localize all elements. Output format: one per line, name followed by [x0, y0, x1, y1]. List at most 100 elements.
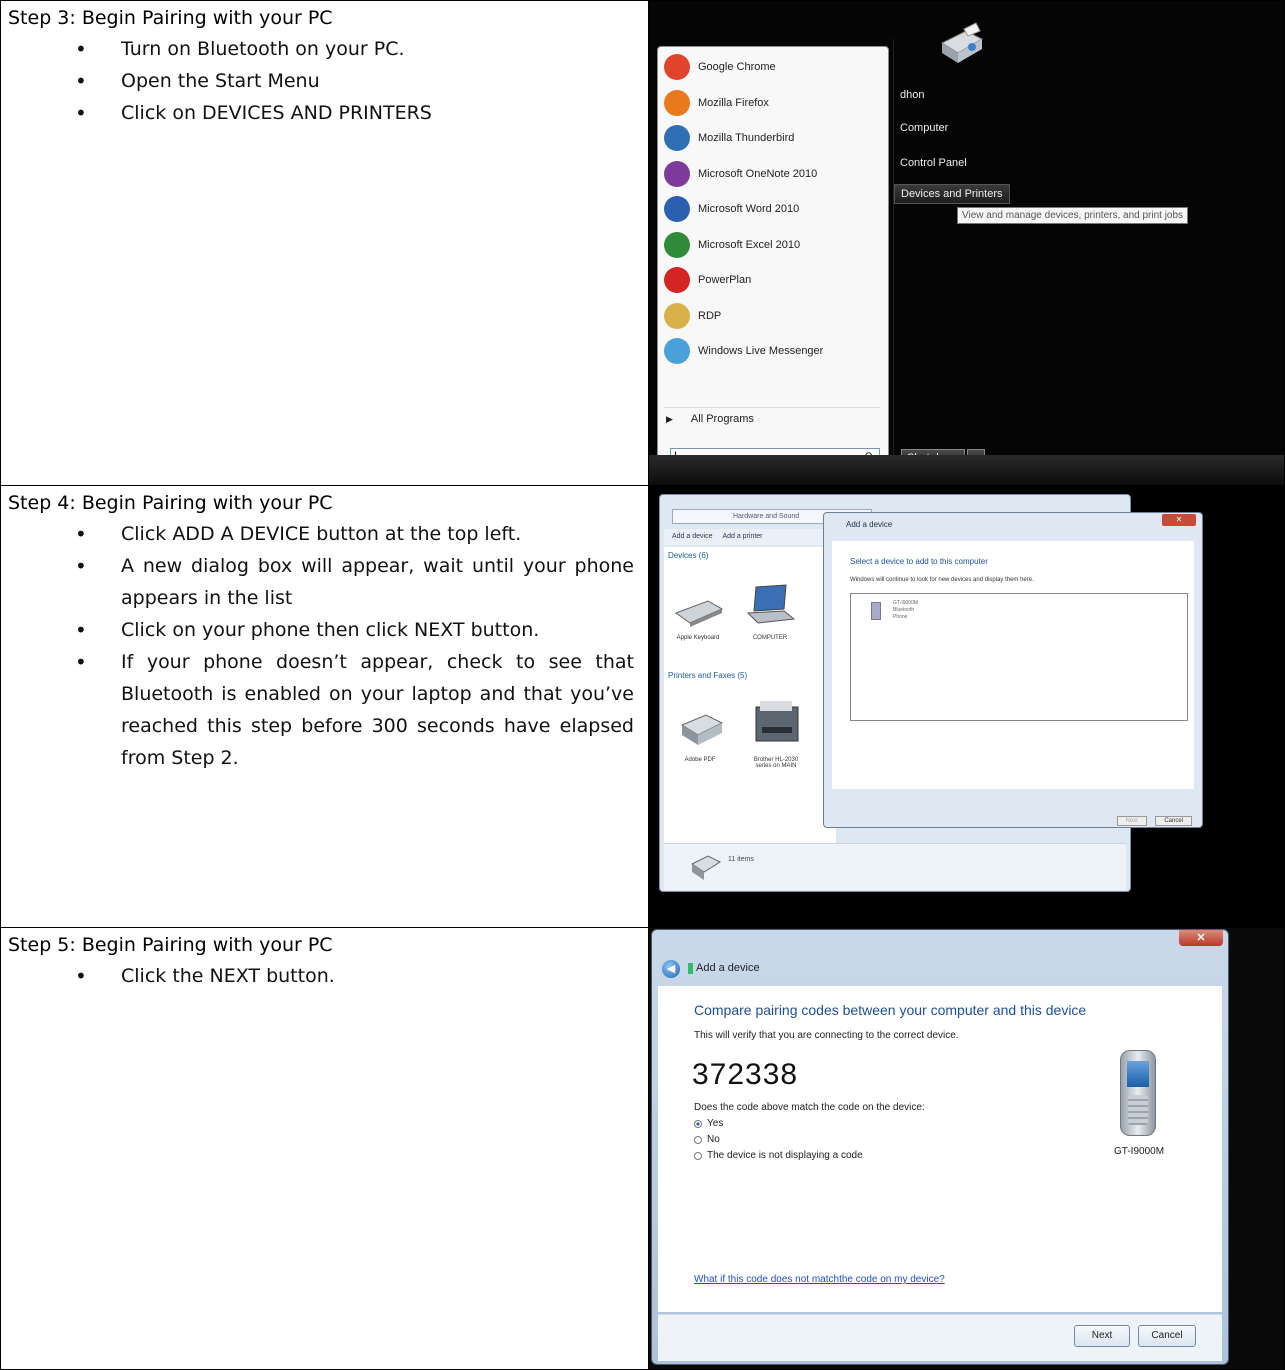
item-count: 11 items — [728, 856, 754, 863]
cancel-button[interactable]: Cancel — [1155, 816, 1192, 826]
step-5-bullets: Click the NEXT button. — [1, 960, 648, 992]
start-menu-program-item[interactable]: Microsoft OneNote 2010 — [664, 158, 817, 190]
pairing-body: Compare pairing codes between your compu… — [658, 986, 1222, 1312]
devices-printers-screenshot: Hardware and Sound Add a device Add a pr… — [649, 486, 1284, 927]
device-label[interactable]: Apple Keyboard — [668, 635, 728, 641]
add-printer-button[interactable]: Add a printer — [722, 533, 762, 540]
start-link-control-panel[interactable]: Control Panel — [900, 157, 967, 169]
step-4-text-cell: Step 4: Begin Pairing with your PC Click… — [0, 485, 649, 928]
laptop-icon — [746, 584, 796, 624]
app-icon — [664, 54, 690, 80]
step-3-text-cell: Step 3: Begin Pairing with your PC Turn … — [0, 0, 649, 486]
start-menu-program-item[interactable]: Mozilla Thunderbird — [664, 122, 794, 154]
step-5-screenshot-cell: ✕ ◀ Add a device Compare pairing codes b… — [648, 927, 1285, 1370]
close-icon[interactable]: ✕ — [1162, 514, 1196, 526]
start-menu-program-item[interactable]: Microsoft Excel 2010 — [664, 229, 800, 261]
start-menu-program-item[interactable]: Windows Live Messenger — [664, 335, 823, 367]
dialog-buttons: Next Cancel — [1113, 809, 1192, 827]
program-label: PowerPlan — [698, 274, 752, 286]
pairing-footer: Next Cancel — [658, 1314, 1222, 1361]
add-device-dialog: Add a device ✕ Select a device to add to… — [823, 512, 1203, 828]
printer-icon — [755, 701, 799, 742]
device-list[interactable]: GT-I9000M Bluetooth Phone — [850, 593, 1188, 721]
start-link-computer[interactable]: Computer — [900, 122, 948, 134]
window-title: Add a device — [696, 962, 760, 974]
radio-label: The device is not displaying a code — [707, 1150, 863, 1161]
program-label: RDP — [698, 309, 722, 322]
printer-label[interactable]: Brother HL-2030 series on MAIN — [746, 757, 806, 769]
pairing-code: 372338 — [692, 1058, 799, 1091]
start-link-user[interactable]: dhon — [900, 89, 924, 101]
divider — [664, 407, 880, 408]
step-4-bullet: Click ADD A DEVICE button at the top lef… — [1, 518, 648, 550]
start-menu-program-item[interactable]: Mozilla Firefox — [664, 87, 769, 119]
pairing-heading: Compare pairing codes between your compu… — [694, 1002, 1087, 1018]
all-programs-item[interactable]: ▶ All Programs — [666, 413, 754, 425]
add-device-button[interactable]: Add a device — [672, 533, 712, 540]
keyboard-icon — [674, 600, 724, 627]
program-label: Windows Live Messenger — [698, 345, 824, 357]
step-4-screenshot-cell: Hardware and Sound Add a device Add a pr… — [648, 485, 1285, 928]
step-5-text-cell: Step 5: Begin Pairing with your PC Click… — [0, 927, 649, 1370]
radio-selected-icon — [694, 1119, 702, 1128]
radio-no-code[interactable]: The device is not displaying a code — [694, 1150, 863, 1161]
bluetooth-device-icon — [688, 963, 693, 974]
radio-no[interactable]: No — [694, 1134, 720, 1145]
step-3-bullets: Turn on Bluetooth on your PC. Open the S… — [1, 33, 648, 129]
printer-icon — [680, 714, 724, 745]
dialog-heading: Select a device to add to this computer — [850, 557, 988, 566]
start-menu-program-item[interactable]: PowerPlan — [664, 264, 751, 296]
radio-label: No — [707, 1134, 720, 1145]
code-mismatch-help-link[interactable]: What if this code does not matchthe code… — [694, 1274, 945, 1285]
step-5-bullet: Click the NEXT button. — [1, 960, 648, 992]
devices-content: Devices (6) Apple Keyboard COMPUTER Prin… — [664, 547, 836, 847]
pairing-subtext: This will verify that you are connecting… — [694, 1030, 959, 1041]
app-icon — [664, 89, 690, 116]
step-3-title: Step 3: Begin Pairing with your PC — [8, 7, 333, 29]
program-label: Microsoft Word 2010 — [698, 203, 800, 215]
phone-icon — [871, 602, 881, 620]
pairing-code-screenshot: ✕ ◀ Add a device Compare pairing codes b… — [649, 928, 1284, 1369]
step-4-bullet: A new dialog box will appear, wait until… — [1, 550, 648, 614]
dialog-body: Select a device to add to this computer … — [832, 541, 1194, 789]
start-menu-program-item[interactable]: RDP — [664, 300, 721, 332]
device-category: Phone — [893, 614, 908, 620]
taskbar — [649, 455, 1284, 485]
step-4-bullet: Click on your phone then click NEXT butt… — [1, 614, 648, 646]
step-3-bullet: Open the Start Menu — [1, 65, 648, 97]
program-label: Google Chrome — [698, 61, 776, 73]
app-icon — [664, 196, 690, 222]
start-menu-program-item[interactable]: Microsoft Word 2010 — [664, 193, 799, 225]
next-button[interactable]: Next — [1074, 1325, 1130, 1347]
start-link-devices-and-printers[interactable]: Devices and Printers — [894, 184, 1010, 204]
start-menu-screenshot: Google Chrome Mozilla Firefox Mozilla Thun… — [649, 1, 1284, 485]
radio-yes[interactable]: Yes — [694, 1118, 723, 1129]
program-label: Microsoft Excel 2010 — [698, 238, 801, 251]
cancel-button[interactable]: Cancel — [1138, 1325, 1196, 1347]
printer-label[interactable]: Adobe PDF — [670, 757, 730, 763]
close-icon[interactable]: ✕ — [1179, 930, 1223, 946]
start-menu-programs-pane: Google Chrome Mozilla Firefox Mozilla Thun… — [657, 46, 889, 484]
app-icon — [664, 231, 690, 258]
app-icon — [664, 267, 690, 293]
pairing-question: Does the code above match the code on th… — [694, 1102, 925, 1113]
radio-icon — [694, 1135, 702, 1144]
app-icon — [664, 302, 690, 329]
devices-group-header[interactable]: Devices (6) — [668, 551, 708, 560]
phone-icon — [1120, 1050, 1156, 1136]
device-name: GT-I9000M — [1114, 1146, 1165, 1157]
device-label[interactable]: COMPUTER — [740, 635, 800, 641]
back-arrow-icon[interactable]: ◀ — [662, 960, 680, 978]
device-name[interactable]: GT-I9000M — [893, 600, 918, 606]
step-4-bullet: If your phone doesn’t appear, check to s… — [1, 646, 648, 774]
step-3-bullet: Turn on Bluetooth on your PC. — [1, 33, 648, 65]
device-type: Bluetooth — [893, 607, 915, 613]
start-menu-program-item[interactable]: Google Chrome — [664, 51, 776, 83]
printer-icon — [691, 855, 722, 880]
status-bar: 11 items — [664, 843, 1126, 890]
all-programs-label: All Programs — [690, 413, 754, 425]
next-button[interactable]: Next — [1116, 816, 1147, 826]
printers-group-header[interactable]: Printers and Faxes (5) — [668, 671, 747, 680]
step-4-bullets: Click ADD A DEVICE button at the top lef… — [1, 518, 648, 774]
program-label: Microsoft OneNote 2010 — [698, 167, 818, 180]
